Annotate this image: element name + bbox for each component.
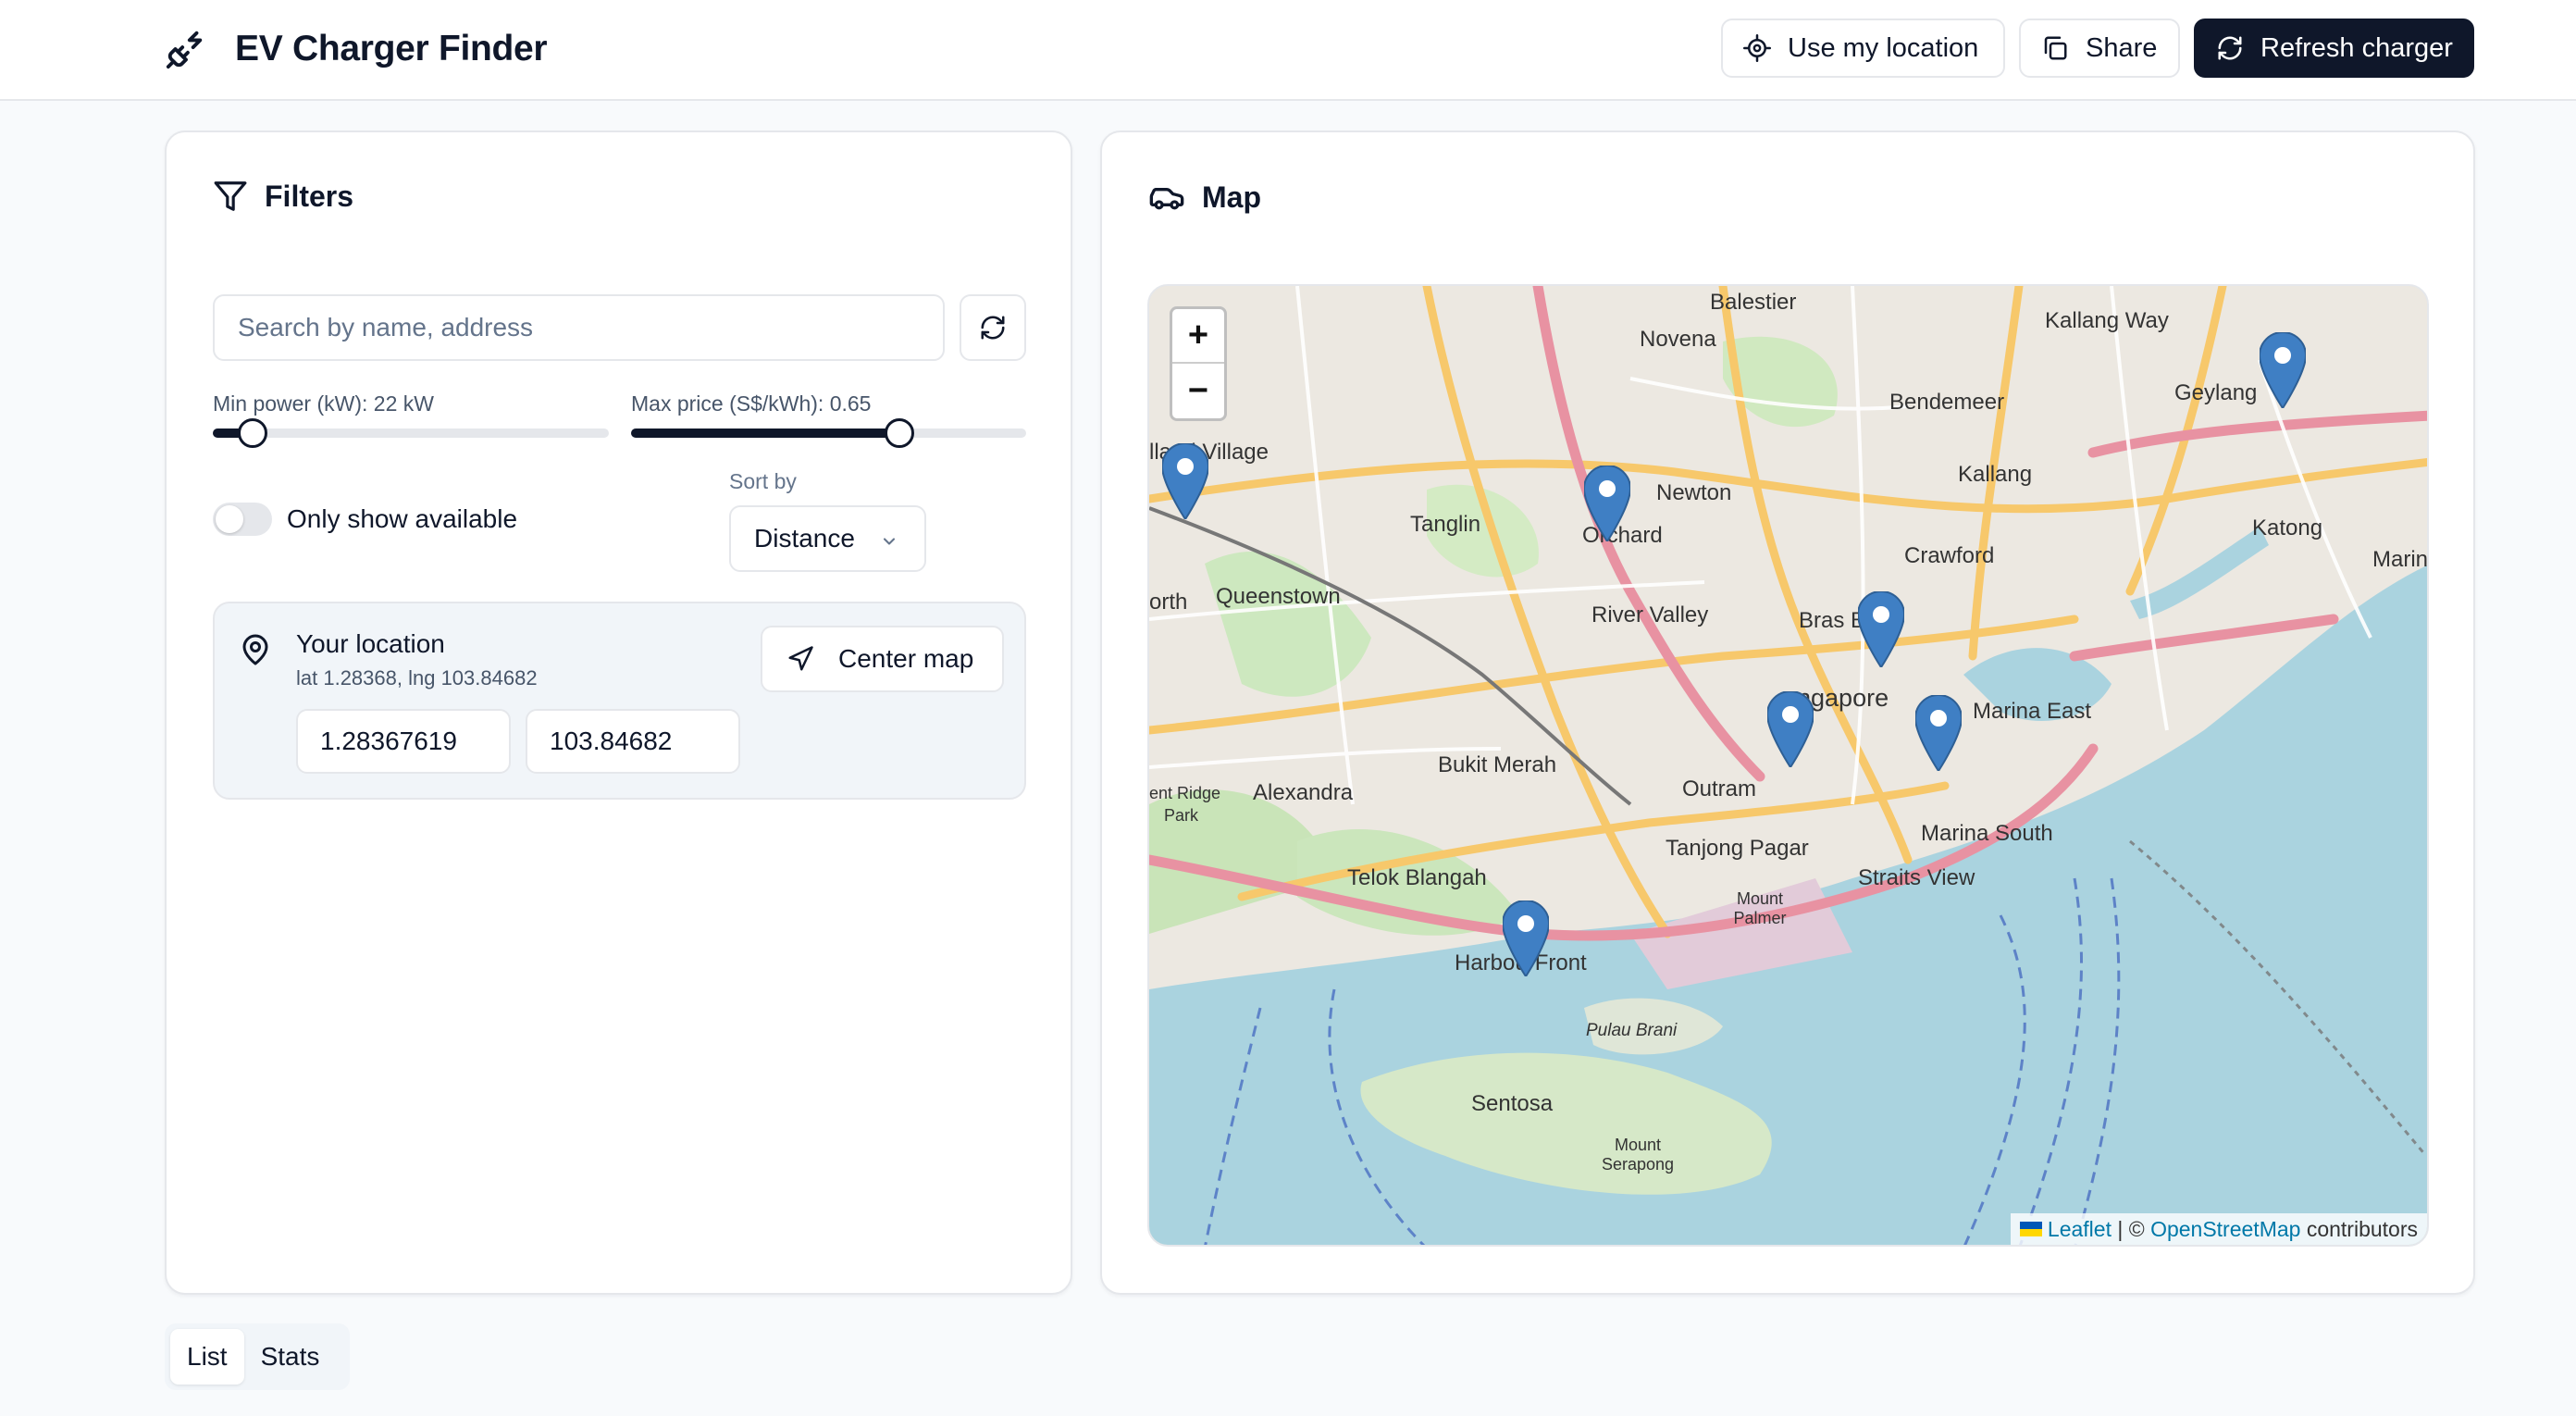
sort-by-label: Sort by	[729, 469, 797, 493]
map-label-novena: Novena	[1640, 327, 1716, 352]
map-label-geylang: Geylang	[2174, 380, 2258, 405]
map-label-marina-south: Marina South	[1921, 821, 2053, 846]
map-label-bukit-merah: Bukit Merah	[1438, 752, 1557, 777]
attribution-tail: contributors	[2300, 1216, 2418, 1241]
map-title: Map	[1202, 180, 1261, 214]
refresh-search-button[interactable]	[960, 294, 1026, 361]
map-label-queenstown: Queenstown	[1216, 584, 1341, 609]
sort-by-value: Distance	[754, 524, 855, 553]
filters-card: Filters Min power (kW): 22 kW Max price …	[165, 130, 1072, 1295]
charger-marker[interactable]	[1584, 466, 1630, 541]
zoom-out-button[interactable]: −	[1172, 364, 1224, 418]
chevron-down-icon	[883, 538, 896, 545]
search-input[interactable]	[213, 294, 945, 361]
min-power-slider[interactable]	[213, 418, 609, 448]
refresh-icon	[2218, 36, 2242, 60]
share-label: Share	[2086, 32, 2158, 63]
map-card: Map Balestier Novena Kallang Way Geylang…	[1100, 130, 2475, 1295]
max-price-slider-thumb[interactable]	[885, 418, 915, 448]
use-my-location-label: Use my location	[1788, 32, 1979, 63]
map-label-katong: Katong	[2252, 515, 2323, 540]
attribution-separator: | ©	[2111, 1216, 2151, 1241]
map-pin-icon	[242, 634, 268, 665]
only-available-label: Only show available	[287, 504, 518, 533]
tab-list[interactable]: List	[170, 1329, 244, 1385]
charger-marker[interactable]	[1858, 591, 1904, 667]
map-label-newton: Newton	[1656, 480, 1732, 505]
map-label-north: orth	[1149, 590, 1188, 615]
ukraine-flag-icon	[2019, 1222, 2042, 1236]
filter-icon	[214, 181, 247, 211]
your-location-title: Your location	[296, 629, 445, 658]
app-header: EV Charger Finder Use my location Share …	[0, 0, 2576, 101]
max-price-slider-fill	[631, 429, 900, 438]
max-price-slider[interactable]	[631, 418, 1026, 448]
toggle-knob	[216, 505, 243, 533]
use-my-location-button[interactable]: Use my location	[1721, 19, 2005, 78]
map-label-pulau-brani: Pulau Brani	[1586, 1021, 1678, 1040]
map-label-crawford: Crawford	[1904, 543, 1995, 568]
car-icon	[1149, 188, 1184, 210]
charger-marker[interactable]	[1503, 901, 1549, 976]
openstreetmap-link[interactable]: OpenStreetMap	[2150, 1217, 2300, 1242]
center-map-label: Center map	[838, 644, 974, 673]
copy-icon	[2044, 36, 2067, 60]
latitude-input[interactable]	[296, 709, 511, 774]
map-label-straits-view: Straits View	[1858, 865, 1975, 890]
map-view[interactable]: Balestier Novena Kallang Way Geylang Ben…	[1147, 284, 2429, 1247]
map-label-marina-east: Marina East	[1973, 699, 2092, 724]
sort-by-select[interactable]: Distance	[729, 505, 926, 572]
map-label-mount-serapong: Mount Serapong	[1601, 1136, 1675, 1174]
crosshair-icon	[1743, 34, 1771, 62]
center-map-button[interactable]: Center map	[761, 626, 1004, 692]
map-label-bendemeer: Bendemeer	[1889, 390, 2005, 415]
leaflet-link[interactable]: Leaflet	[2048, 1217, 2112, 1242]
app-title: EV Charger Finder	[235, 29, 548, 68]
your-location-coords: lat 1.28368, lng 103.84682	[296, 666, 538, 689]
charger-marker[interactable]	[1915, 695, 1962, 771]
share-button[interactable]: Share	[2019, 19, 2180, 78]
only-available-toggle[interactable]	[213, 503, 272, 536]
zoom-in-button[interactable]: +	[1172, 309, 1224, 364]
filters-title: Filters	[265, 179, 354, 213]
map-label-outram: Outram	[1682, 776, 1757, 801]
refresh-charger-label: Refresh charger	[2260, 32, 2453, 63]
longitude-input[interactable]	[526, 709, 740, 774]
brand: EV Charger Finder	[165, 26, 548, 72]
max-price-label: Max price (S$/kWh): 0.65	[631, 391, 872, 416]
map-label-mount-palmer: Mount Palmer	[1733, 889, 1787, 927]
map-heading: Map	[1148, 179, 1261, 216]
map-label-tanjong-pagar: Tanjong Pagar	[1666, 836, 1809, 861]
map-label-park: Park	[1164, 806, 1199, 825]
charger-marker[interactable]	[2260, 332, 2306, 408]
map-label-sentosa: Sentosa	[1471, 1091, 1554, 1116]
map-label-telok-blangah: Telok Blangah	[1347, 865, 1487, 890]
charger-marker[interactable]	[1767, 691, 1814, 767]
navigation-icon	[788, 646, 813, 671]
map-attribution: Leaflet | © OpenStreetMap contributors	[2010, 1213, 2427, 1245]
map-label-river-valley: River Valley	[1591, 602, 1709, 627]
map-label-ent-ridge: ent Ridge	[1149, 784, 1221, 802]
map-label-alexandra: Alexandra	[1253, 780, 1354, 805]
zoom-control: + −	[1170, 306, 1227, 421]
map-label-marine: Marin	[2372, 547, 2429, 572]
refresh-charger-button[interactable]: Refresh charger	[2194, 19, 2474, 78]
view-tabs: List Stats	[165, 1323, 350, 1390]
your-location-panel: Your location lat 1.28368, lng 103.84682…	[213, 602, 1026, 800]
refresh-icon	[981, 316, 1005, 340]
map-label-kallang: Kallang	[1958, 462, 2033, 487]
filters-heading: Filters	[213, 179, 353, 214]
map-label-balestier: Balestier	[1710, 290, 1797, 315]
tab-stats[interactable]: Stats	[244, 1329, 337, 1385]
min-power-slider-thumb[interactable]	[237, 418, 267, 448]
plug-icon	[166, 31, 203, 69]
min-power-label: Min power (kW): 22 kW	[213, 391, 434, 416]
map-label-tanglin: Tanglin	[1410, 512, 1481, 537]
charger-marker[interactable]	[1162, 443, 1208, 519]
map-label-kallang-way: Kallang Way	[2045, 308, 2169, 333]
